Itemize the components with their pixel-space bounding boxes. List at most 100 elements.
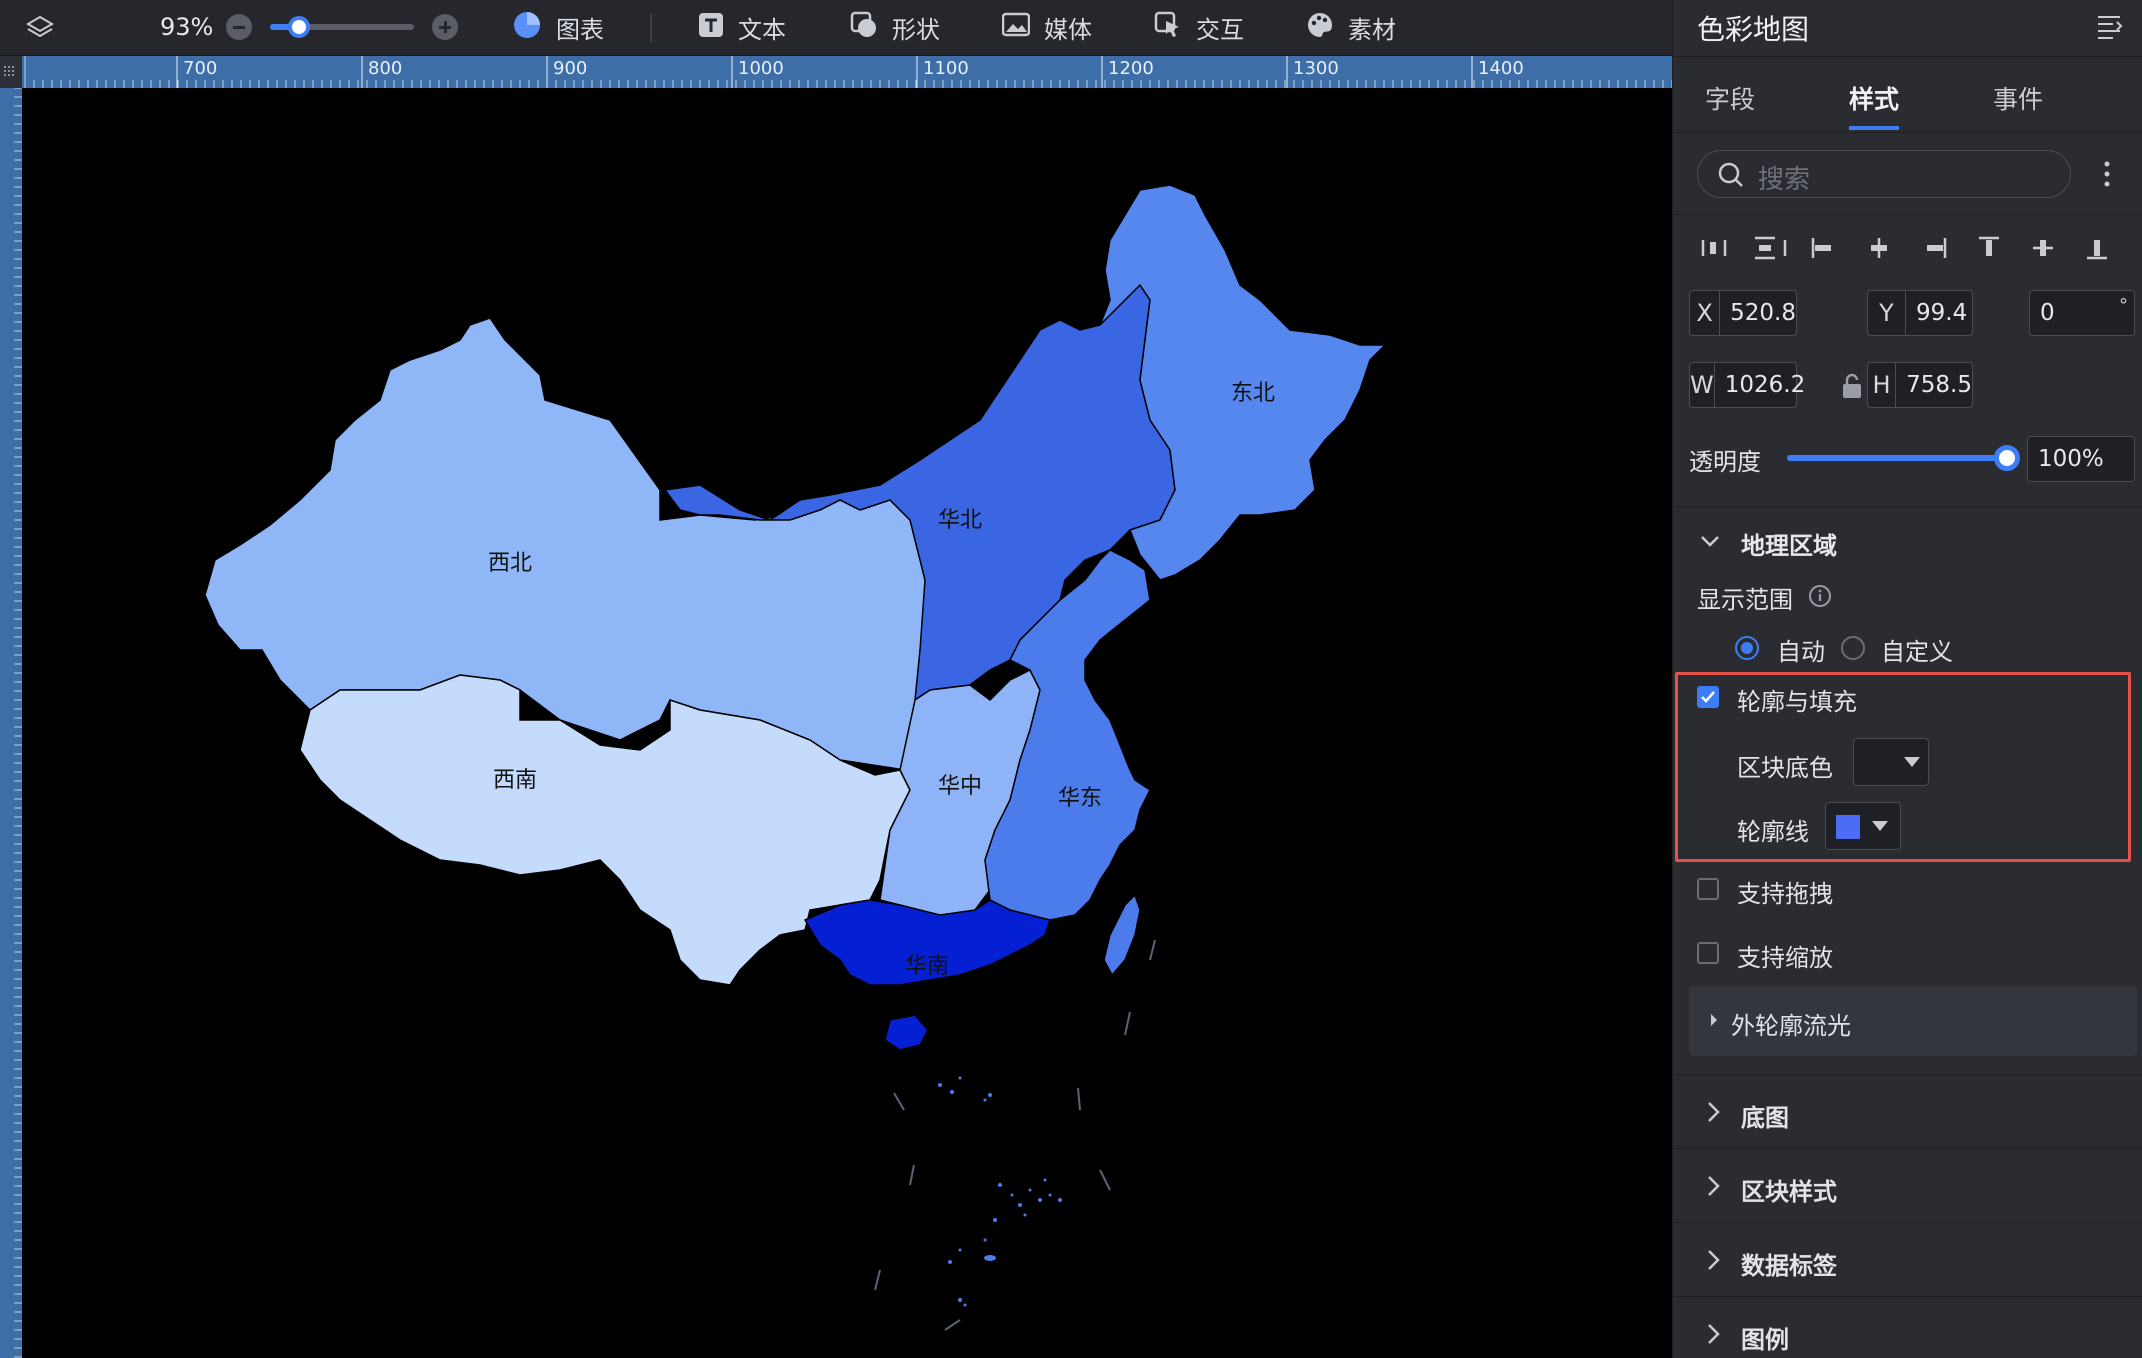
vertical-ruler-ticks bbox=[14, 88, 22, 1358]
label-central-china: 华中 bbox=[938, 774, 982, 799]
app-root: 93% 图表 文本 形状 媒体 交互 素材 700 800 900 1000 1… bbox=[0, 0, 2142, 1358]
map-region-hainan[interactable] bbox=[884, 1014, 929, 1051]
chevron-down-icon[interactable] bbox=[1699, 530, 1721, 556]
x-label: X bbox=[1690, 291, 1721, 335]
panel-divider-7 bbox=[1673, 1296, 2142, 1297]
panel-divider-6 bbox=[1673, 1222, 2142, 1223]
y-label: Y bbox=[1868, 291, 1906, 335]
ruler-label: 800 bbox=[368, 58, 403, 79]
zoom-checkbox[interactable] bbox=[1697, 942, 1719, 964]
section-block-style[interactable]: 区块样式 bbox=[1673, 1150, 2142, 1222]
more-icon[interactable] bbox=[2101, 156, 2113, 192]
zoom-label: 支持缩放 bbox=[1737, 944, 1833, 972]
section-basemap-label: 底图 bbox=[1741, 1104, 1789, 1132]
y-input[interactable]: Y 99.4 bbox=[1867, 290, 1973, 336]
zoom-slider[interactable] bbox=[270, 16, 414, 38]
radio-auto[interactable] bbox=[1735, 636, 1759, 660]
chevron-right-icon bbox=[1703, 1322, 1723, 1350]
caret-right-icon bbox=[1711, 1014, 1717, 1026]
tool-material[interactable]: 素材 bbox=[1306, 0, 1396, 56]
geo-section-title[interactable]: 地理区域 bbox=[1741, 526, 1837, 561]
outline-fill-checkbox[interactable] bbox=[1697, 686, 1719, 708]
section-basemap[interactable]: 底图 bbox=[1673, 1076, 2142, 1148]
menu-icon[interactable] bbox=[2095, 12, 2123, 40]
canvas[interactable]: 西北 华北 东北 西南 华中 华东 华南 bbox=[22, 88, 1672, 1358]
horizontal-ruler[interactable]: 700 800 900 1000 1100 1200 1300 1400 bbox=[22, 56, 1672, 88]
lock-icon[interactable] bbox=[1841, 372, 1863, 400]
ruler-ticks bbox=[24, 56, 1672, 88]
caret-down-icon bbox=[1872, 821, 1888, 831]
tool-text[interactable]: 文本 bbox=[698, 0, 786, 56]
map-region-northwest[interactable] bbox=[204, 317, 931, 771]
x-input[interactable]: X 520.8 bbox=[1689, 290, 1797, 336]
panel-divider-3 bbox=[1673, 506, 2142, 507]
ruler-label: 1300 bbox=[1293, 58, 1339, 79]
panel-divider-5 bbox=[1673, 1148, 2142, 1149]
shape-icon bbox=[850, 11, 878, 45]
block-color-label: 区块底色 bbox=[1737, 754, 1833, 782]
pie-chart-icon bbox=[512, 10, 542, 46]
ruler-label: 1200 bbox=[1108, 58, 1154, 79]
search-box[interactable]: 搜索 bbox=[1697, 150, 2071, 198]
outline-fill-label: 轮廓与填充 bbox=[1737, 688, 1857, 716]
radio-custom[interactable] bbox=[1841, 636, 1865, 660]
outline-color-picker[interactable] bbox=[1825, 802, 1901, 850]
tool-shape[interactable]: 形状 bbox=[850, 0, 940, 56]
text-icon bbox=[698, 12, 724, 44]
tool-material-label: 素材 bbox=[1348, 16, 1396, 44]
opacity-input[interactable]: 100% bbox=[2027, 436, 2135, 482]
panel-divider-2 bbox=[1673, 214, 2142, 215]
section-data-labels[interactable]: 数据标签 bbox=[1673, 1224, 2142, 1296]
align-left-icon bbox=[1811, 238, 1831, 258]
rotation-value: 0 bbox=[2040, 300, 2055, 326]
rotation-unit: ° bbox=[2119, 295, 2128, 316]
map-region-taiwan[interactable] bbox=[1103, 893, 1141, 977]
opacity-slider-handle[interactable] bbox=[1994, 445, 2020, 471]
radio-auto-label: 自动 bbox=[1777, 638, 1825, 666]
align-bottom-icon bbox=[2087, 240, 2107, 260]
block-color-picker[interactable] bbox=[1853, 738, 1929, 786]
label-northwest: 西北 bbox=[488, 551, 532, 576]
width-input[interactable]: W 1026.2 bbox=[1689, 362, 1805, 408]
zoom-in-icon[interactable] bbox=[432, 14, 458, 40]
palette-icon bbox=[1306, 11, 1334, 45]
outline-line-label: 轮廓线 bbox=[1737, 818, 1809, 846]
info-icon[interactable] bbox=[1808, 584, 1832, 612]
tab-style[interactable]: 样式 bbox=[1849, 80, 1899, 116]
tool-interaction[interactable]: 交互 bbox=[1154, 0, 1244, 56]
w-label: W bbox=[1690, 363, 1715, 407]
h-value: 758.5 bbox=[1906, 372, 1972, 398]
south-sea-islands bbox=[938, 1076, 1062, 1307]
glow-section[interactable]: 外轮廓流光 bbox=[1689, 986, 2137, 1056]
section-legend-label: 图例 bbox=[1741, 1326, 1789, 1354]
section-data-labels-label: 数据标签 bbox=[1741, 1252, 1837, 1280]
label-south-china: 华南 bbox=[905, 954, 949, 979]
align-icons[interactable] bbox=[1699, 234, 2129, 262]
label-east-china: 华东 bbox=[1058, 786, 1102, 811]
height-input[interactable]: H 758.5 bbox=[1867, 362, 1973, 408]
align-center-h-icon bbox=[1871, 238, 1887, 258]
tab-events[interactable]: 事件 bbox=[1993, 80, 2043, 116]
section-legend[interactable]: 图例 bbox=[1673, 1298, 2142, 1358]
caret-down-icon bbox=[1904, 757, 1920, 767]
ruler-label: 700 bbox=[183, 58, 218, 79]
vertical-ruler[interactable] bbox=[0, 88, 22, 1358]
tabs-divider bbox=[1673, 132, 2142, 133]
layers-icon[interactable] bbox=[26, 14, 54, 42]
chevron-right-icon bbox=[1703, 1100, 1723, 1128]
zoom-out-icon[interactable] bbox=[226, 14, 252, 40]
drag-label: 支持拖拽 bbox=[1737, 880, 1833, 908]
tool-chart[interactable]: 图表 bbox=[512, 0, 604, 56]
opacity-slider-fill bbox=[1787, 455, 2007, 461]
rotation-input[interactable]: 0 ° bbox=[2029, 290, 2135, 336]
tool-media[interactable]: 媒体 bbox=[1001, 0, 1092, 56]
zoom-slider-handle[interactable] bbox=[287, 16, 310, 38]
drag-checkbox[interactable] bbox=[1697, 878, 1719, 900]
x-value: 520.8 bbox=[1730, 300, 1796, 326]
opacity-value: 100% bbox=[2038, 446, 2104, 472]
tool-interaction-label: 交互 bbox=[1196, 16, 1244, 44]
radio-custom-label: 自定义 bbox=[1881, 638, 1953, 666]
opacity-slider[interactable] bbox=[1787, 445, 2020, 471]
tab-fields[interactable]: 字段 bbox=[1705, 80, 1755, 116]
china-region-map[interactable]: 西北 华北 东北西南 华中 华东华南 bbox=[22, 88, 1672, 1358]
